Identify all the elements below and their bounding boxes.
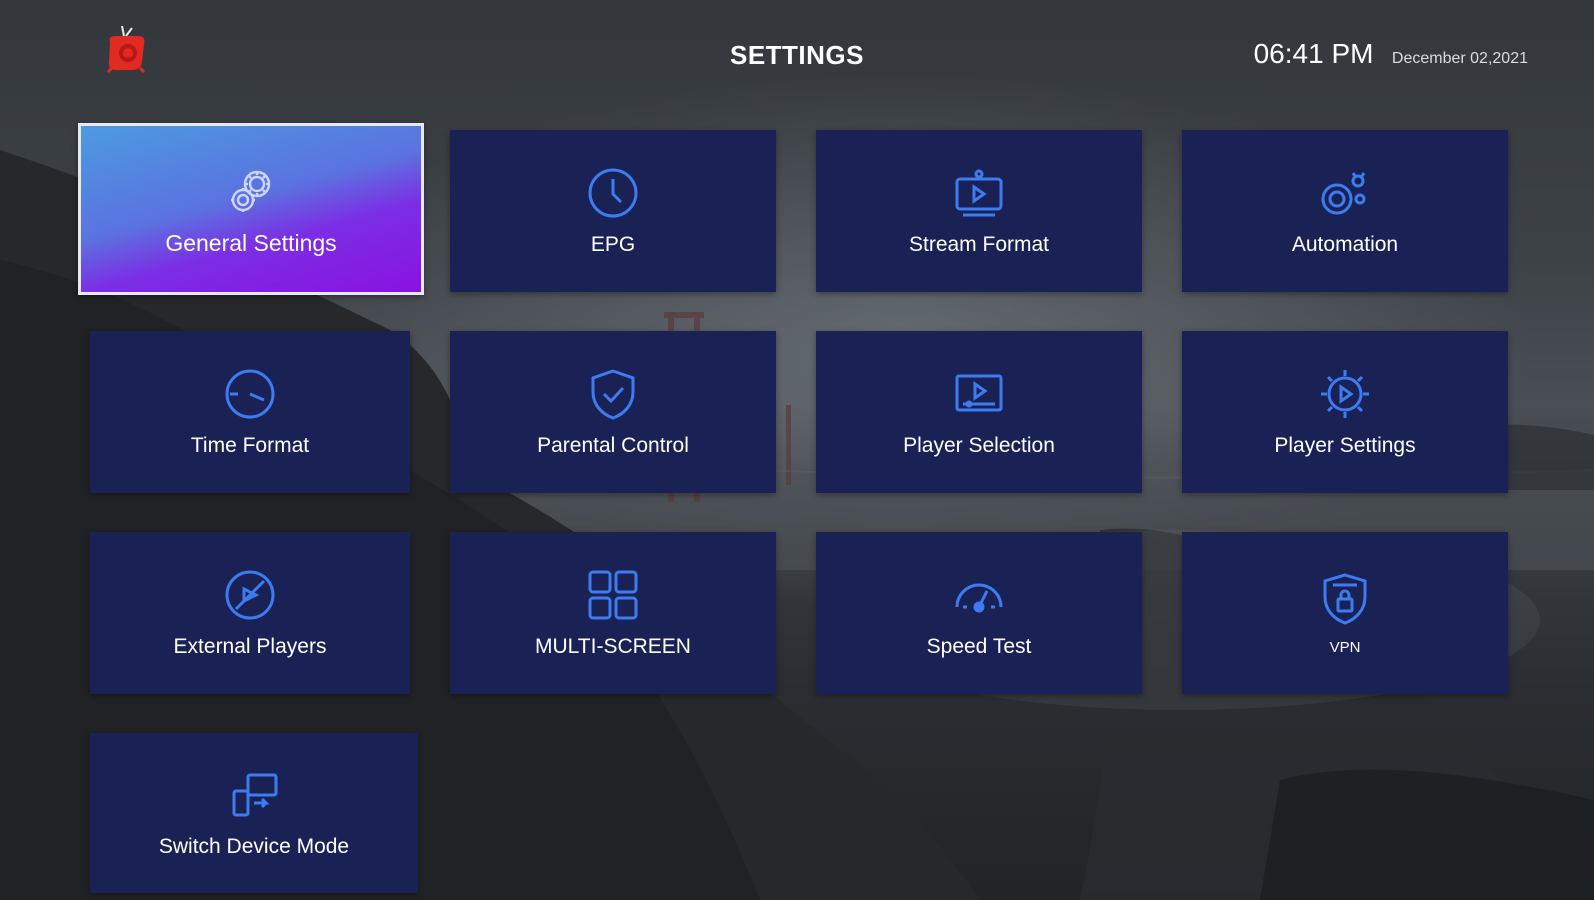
tile-label: Player Settings bbox=[1274, 434, 1416, 457]
stream-format-icon bbox=[955, 169, 1003, 217]
tile-time-format[interactable]: Time Format bbox=[90, 331, 410, 493]
tile-label: Stream Format bbox=[908, 233, 1050, 256]
tile-automation[interactable]: Automation bbox=[1182, 130, 1508, 292]
gears-icon bbox=[231, 170, 271, 212]
tile-external-players[interactable]: External Players bbox=[90, 532, 410, 694]
tile-label: External Players bbox=[173, 635, 327, 658]
shield-check-icon bbox=[591, 369, 635, 420]
tile-multi-screen[interactable]: MULTI-SCREEN bbox=[450, 532, 776, 694]
tile-label: EPG bbox=[590, 233, 636, 256]
multi-screen-icon bbox=[588, 570, 638, 620]
tile-label: Automation bbox=[1291, 233, 1399, 256]
tile-vpn[interactable]: VPN bbox=[1182, 532, 1508, 694]
tile-epg[interactable]: EPG bbox=[450, 130, 776, 292]
vpn-icon bbox=[1323, 572, 1367, 625]
tile-general-settings[interactable]: General Settings bbox=[78, 123, 424, 295]
tile-label: Parental Control bbox=[537, 434, 689, 457]
player-settings-icon bbox=[1321, 370, 1369, 418]
tile-label: Switch Device Mode bbox=[158, 835, 350, 858]
tile-switch-device-mode[interactable]: Switch Device Mode bbox=[90, 733, 418, 893]
external-players-icon bbox=[225, 570, 275, 620]
current-date: December 02,2021 bbox=[1391, 50, 1528, 67]
tile-player-selection[interactable]: Player Selection bbox=[816, 331, 1142, 493]
tile-stream-format[interactable]: Stream Format bbox=[816, 130, 1142, 292]
speedometer-icon bbox=[955, 583, 1003, 613]
tile-label: VPN bbox=[1329, 638, 1361, 656]
tile-label: Time Format bbox=[190, 434, 310, 457]
clock-icon bbox=[588, 168, 638, 218]
tile-label: General Settings bbox=[165, 229, 337, 256]
tile-label: MULTI-SCREEN bbox=[535, 635, 691, 658]
tile-player-settings[interactable]: Player Settings bbox=[1182, 331, 1508, 493]
current-time: 06:41 PM bbox=[1253, 38, 1374, 69]
tile-parental-control[interactable]: Parental Control bbox=[450, 331, 776, 493]
tile-label: Player Selection bbox=[903, 434, 1055, 457]
switch-device-icon bbox=[232, 773, 278, 817]
automation-icon bbox=[1321, 172, 1366, 215]
clock-display: 06:41 PM December 02,2021 bbox=[1254, 38, 1528, 70]
tile-speed-test[interactable]: Speed Test bbox=[816, 532, 1142, 694]
tile-label: Speed Test bbox=[926, 635, 1032, 658]
player-selection-icon bbox=[955, 374, 1003, 412]
time-format-icon bbox=[225, 369, 275, 419]
